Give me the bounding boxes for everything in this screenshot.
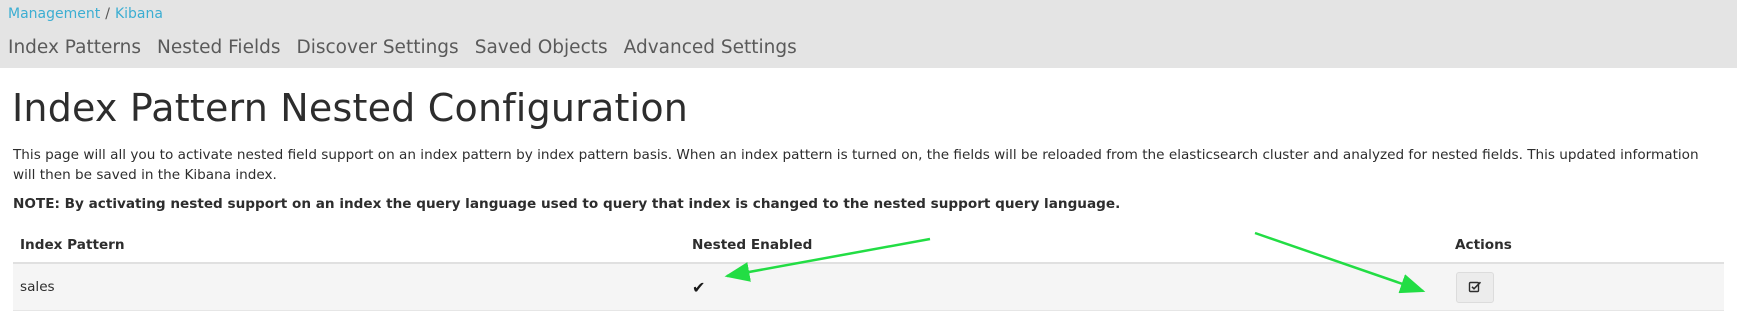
breadcrumb-management-link[interactable]: Management bbox=[8, 6, 100, 22]
index-pattern-table: Index Pattern Nested Enabled Actions sal… bbox=[13, 228, 1724, 311]
index-pattern-cell: sales bbox=[13, 263, 685, 311]
checkmark-icon: ✔ bbox=[692, 277, 706, 297]
table-row: sales ✔ bbox=[13, 263, 1724, 311]
tab-bar: Index Patterns Nested Fields Discover Se… bbox=[8, 37, 797, 58]
tab-index-patterns[interactable]: Index Patterns bbox=[8, 37, 141, 58]
breadcrumb: Management / Kibana bbox=[8, 6, 163, 22]
top-nav-bar: Management / Kibana Index Patterns Nested … bbox=[0, 0, 1737, 68]
page-title: Index Pattern Nested Configuration bbox=[12, 86, 689, 130]
nested-enabled-cell: ✔ bbox=[685, 263, 1448, 311]
header-index-pattern: Index Pattern bbox=[13, 228, 685, 264]
page-note: NOTE: By activating nested support on an… bbox=[13, 196, 1121, 212]
tab-nested-fields[interactable]: Nested Fields bbox=[157, 37, 280, 58]
toggle-nested-button[interactable] bbox=[1456, 271, 1494, 303]
header-actions: Actions bbox=[1448, 228, 1724, 264]
tab-saved-objects[interactable]: Saved Objects bbox=[475, 37, 608, 58]
tab-advanced-settings[interactable]: Advanced Settings bbox=[624, 37, 797, 58]
table-header-row: Index Pattern Nested Enabled Actions bbox=[13, 228, 1724, 264]
page-description: This page will all you to activate neste… bbox=[13, 147, 1699, 183]
edit-checkbox-icon bbox=[1468, 281, 1482, 293]
tab-discover-settings[interactable]: Discover Settings bbox=[296, 37, 458, 58]
breadcrumb-separator: / bbox=[105, 6, 110, 22]
breadcrumb-kibana-link[interactable]: Kibana bbox=[115, 6, 163, 22]
header-nested-enabled: Nested Enabled bbox=[685, 228, 1448, 264]
actions-cell bbox=[1448, 263, 1724, 311]
